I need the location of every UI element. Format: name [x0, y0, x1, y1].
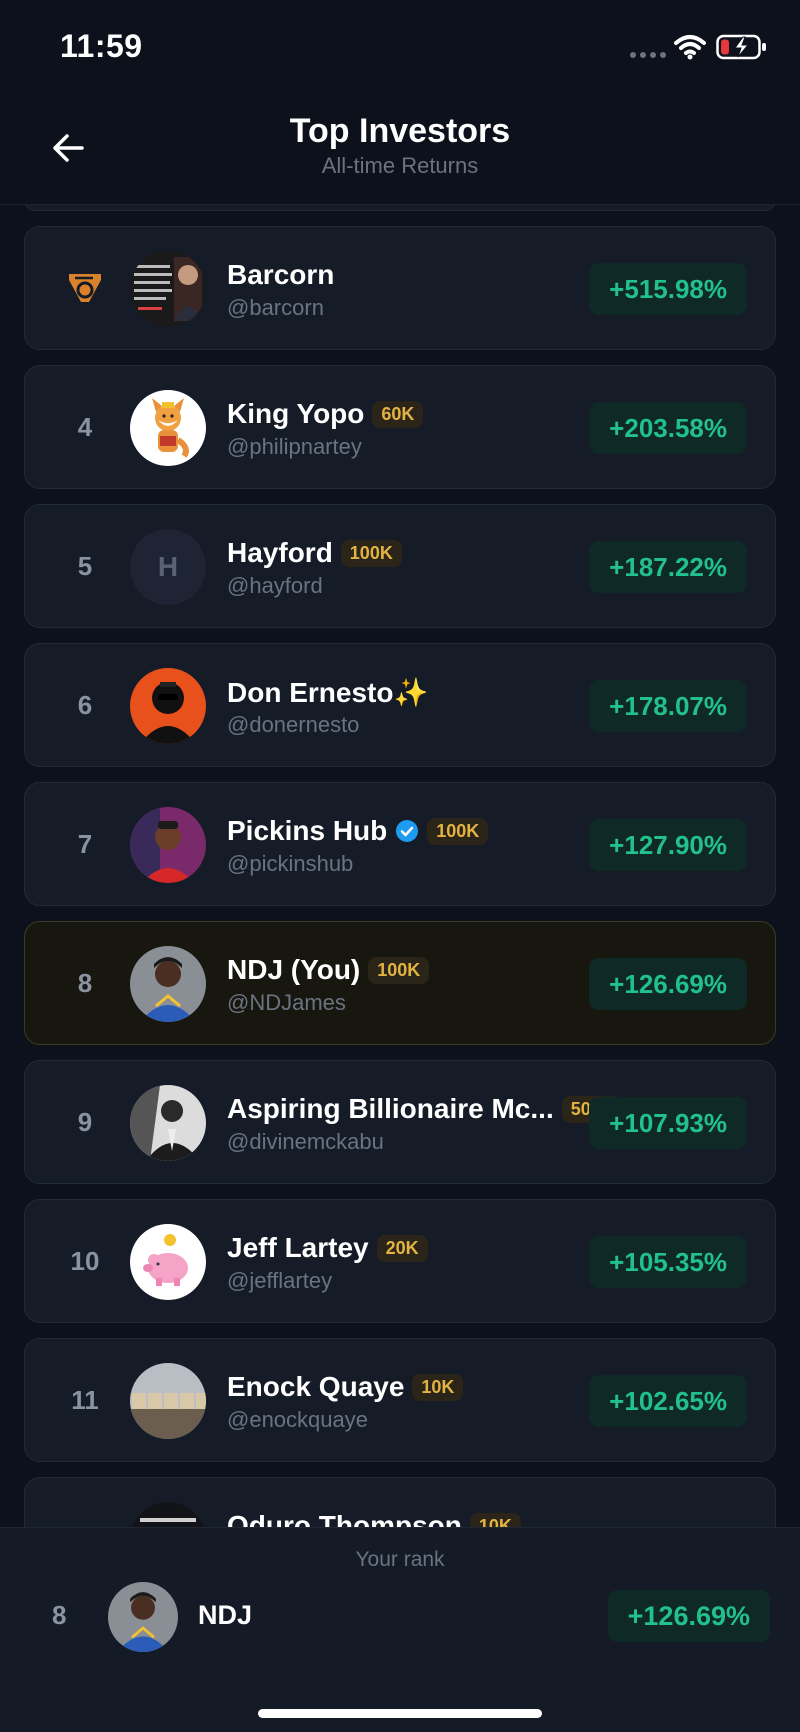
investor-name: King Yopo: [227, 398, 365, 429]
investor-row[interactable]: Barcorn @barcorn +515.98%: [24, 226, 776, 350]
investor-row[interactable]: 5 H Hayford 100K @hayford +187.22%: [24, 504, 776, 628]
return-badge: +107.93%: [589, 1097, 747, 1149]
avatar: [130, 1224, 206, 1300]
investor-name: Hayford: [227, 537, 333, 568]
current-user-row[interactable]: 8 NDJ (You) 100K @NDJames +126.69%: [24, 921, 776, 1045]
investor-name: Aspiring Billionaire Mc...: [227, 1093, 554, 1124]
rank-number: 5: [77, 550, 93, 581]
return-badge: +105.35%: [589, 1236, 747, 1288]
return-badge: +127.90%: [589, 819, 747, 871]
wifi-icon: [674, 35, 706, 60]
investor-handle: @divinemckabu: [227, 1129, 384, 1154]
return-badge: +178.07%: [589, 680, 747, 732]
investor-name: Don Ernesto✨: [227, 677, 429, 708]
avatar: [130, 390, 206, 466]
your-rank-label: Your rank: [355, 1548, 445, 1571]
return-badge: +187.22%: [589, 541, 747, 593]
investor-row[interactable]: 4 King Yopo 60K @philipnartey +203.58%: [24, 365, 776, 489]
avatar: [130, 1363, 206, 1439]
your-rank-number: 8: [52, 1600, 67, 1630]
investor-name: Pickins Hub: [227, 815, 388, 846]
your-rank-name: NDJ: [198, 1600, 253, 1630]
rank-number: 9: [77, 1106, 93, 1137]
tier-badge: 10K: [469, 1512, 521, 1527]
investor-handle: @philipnartey: [227, 434, 362, 459]
battery-low-charging-icon: [716, 34, 766, 60]
avatar: [130, 946, 206, 1022]
investor-name: NDJ (You): [227, 954, 361, 985]
avatar: [108, 1582, 178, 1652]
avatar: [130, 668, 206, 744]
rank-number: 10: [70, 1245, 100, 1276]
return-badge: +102.65%: [589, 1375, 747, 1427]
rank-number: 8: [77, 967, 93, 998]
investor-name: Jeff Lartey: [227, 1232, 369, 1263]
verified-icon: [396, 820, 419, 842]
investor-row[interactable]: Oduro Thompson 10K: [24, 1477, 776, 1527]
avatar: [130, 807, 206, 883]
page-title: Top Investors: [289, 112, 511, 150]
header: Top Investors All-time Returns: [0, 96, 800, 205]
status-time: 11:59: [60, 28, 143, 64]
tier-badge: 10K: [412, 1373, 464, 1401]
leaderboard-list[interactable]: Barcorn @barcorn +515.98% 4 King Yopo 60…: [0, 205, 800, 1527]
status-bar: 11:59: [0, 0, 800, 96]
investor-handle: @pickinshub: [227, 851, 354, 876]
investor-handle: @jefflartey: [227, 1268, 333, 1293]
investor-row[interactable]: 9 Aspiring Billionaire Mc... 500K @divin…: [24, 1060, 776, 1184]
tier-badge: 20K: [376, 1234, 428, 1262]
page-subtitle: All-time Returns: [321, 153, 479, 178]
avatar: H: [130, 529, 206, 605]
investor-handle: @enockquaye: [227, 1407, 368, 1432]
investor-handle: @hayford: [227, 573, 323, 598]
your-rank-panel[interactable]: Your rank 8 NDJ +126.69%: [0, 1527, 800, 1732]
rank-number: 4: [77, 411, 93, 442]
investor-handle: @NDJames: [227, 990, 346, 1015]
investor-handle: @barcorn: [227, 295, 324, 320]
home-indicator[interactable]: [258, 1709, 542, 1718]
avatar: [130, 251, 206, 327]
avatar-initial: H: [157, 551, 179, 582]
investor-row[interactable]: 11 Enock Quaye 10K @enockquaye +102.65%: [24, 1338, 776, 1462]
investor-row[interactable]: 10 Jeff Lartey 20K @jefflartey +105.35%: [24, 1199, 776, 1323]
your-rank-return: +126.69%: [607, 1590, 770, 1642]
tier-badge: 100K: [340, 539, 402, 567]
investor-name: Oduro Thompson: [227, 1510, 462, 1527]
investor-handle: @donernesto: [227, 712, 360, 737]
return-badge: +203.58%: [589, 402, 747, 454]
return-badge: +126.69%: [589, 958, 747, 1010]
return-badge: +515.98%: [589, 263, 747, 315]
avatar: [130, 1085, 206, 1161]
investor-row[interactable]: 7 Pickins Hub 100K @pickinshub +127.90%: [24, 782, 776, 906]
rank-number: 6: [77, 689, 93, 720]
avatar: [130, 1502, 206, 1527]
tier-badge: 60K: [372, 400, 424, 428]
cellular-signal-icon: [630, 52, 666, 58]
investor-name: Barcorn: [227, 259, 335, 290]
rank-number: 7: [77, 828, 93, 859]
rank-number: 11: [71, 1384, 99, 1415]
investor-name: Enock Quaye: [227, 1371, 405, 1402]
tier-badge: 100K: [368, 956, 430, 984]
list-item[interactable]: [24, 205, 776, 211]
tier-badge: 100K: [427, 817, 489, 845]
investor-row[interactable]: 6 Don Ernesto✨ @donernesto +178.07%: [24, 643, 776, 767]
bronze-medal-icon: [61, 227, 109, 349]
